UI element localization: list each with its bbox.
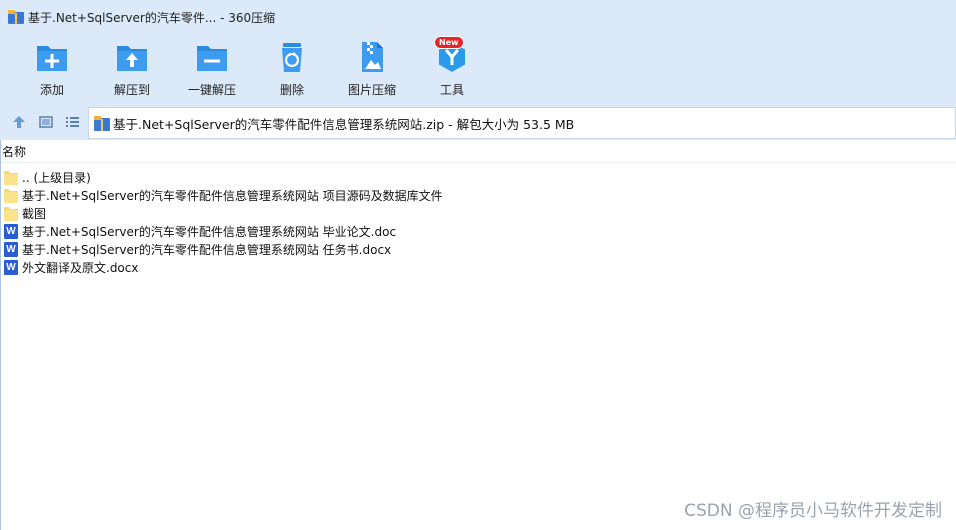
window-title: 基于.Net+SqlServer的汽车零件... - 360压缩 (28, 10, 276, 25)
file-rows: .. (上级目录) 基于.Net+SqlServer的汽车零件配件信息管理系统网… (4, 168, 443, 276)
watermark: CSDN @程序员小马软件开发定制 (684, 501, 942, 521)
tools-label: 工具 (439, 83, 464, 97)
word-document-icon: W (4, 259, 18, 275)
add-button[interactable]: 添加 (16, 40, 88, 100)
folder-icon (4, 206, 18, 221)
address-bar: 基于.Net+SqlServer的汽车零件配件信息管理系统网站.zip - 解包… (0, 104, 956, 140)
up-arrow-icon[interactable] (10, 113, 28, 131)
image-compress-button[interactable]: 图片压缩 (336, 40, 408, 100)
one-click-extract-label: 一键解压 (187, 83, 236, 97)
list-item[interactable]: 截图 (4, 204, 443, 222)
one-click-extract-icon (197, 46, 227, 71)
delete-button[interactable]: 删除 (256, 40, 328, 100)
extract-to-label: 解压到 (113, 83, 150, 97)
extract-to-button[interactable]: 解压到 (96, 40, 168, 100)
address-field[interactable]: 基于.Net+SqlServer的汽车零件配件信息管理系统网站.zip - 解包… (88, 107, 956, 139)
file-name: 截图 (22, 206, 47, 221)
list-view-icon[interactable] (63, 113, 81, 131)
new-badge: New (434, 36, 464, 49)
folder-icon (4, 188, 18, 203)
word-document-icon: W (4, 223, 18, 239)
one-click-extract-button[interactable]: 一键解压 (176, 40, 248, 100)
list-item[interactable]: W 外文翻译及原文.docx (4, 258, 443, 276)
file-name: 基于.Net+SqlServer的汽车零件配件信息管理系统网站 毕业论文.doc (22, 224, 397, 239)
address-text: 基于.Net+SqlServer的汽车零件配件信息管理系统网站.zip - 解包… (113, 116, 575, 132)
list-item[interactable]: 基于.Net+SqlServer的汽车零件配件信息管理系统网站 项目源码及数据库… (4, 186, 443, 204)
column-header-name[interactable]: 名称 (1, 143, 956, 163)
thumbnail-view-icon[interactable] (37, 113, 55, 131)
folder-icon (4, 170, 18, 185)
file-name: .. (上级目录) (22, 170, 91, 185)
add-folder-icon (37, 46, 67, 71)
tools-button[interactable]: New 工具 (416, 36, 488, 100)
list-item-parent-dir[interactable]: .. (上级目录) (4, 168, 443, 186)
image-compress-icon (362, 42, 383, 72)
file-list: 名称 .. (上级目录) 基于.Net+SqlServer的汽车零件配件信息管理… (0, 140, 956, 530)
image-compress-label: 图片压缩 (347, 83, 396, 97)
add-label: 添加 (39, 83, 64, 97)
extract-to-icon (117, 46, 147, 71)
word-document-icon: W (4, 241, 18, 257)
archive-app-icon (8, 10, 24, 24)
file-name: 基于.Net+SqlServer的汽车零件配件信息管理系统网站 任务书.docx (22, 242, 392, 257)
list-item[interactable]: W 基于.Net+SqlServer的汽车零件配件信息管理系统网站 任务书.do… (4, 240, 443, 258)
file-name: 外文翻译及原文.docx (22, 260, 139, 275)
delete-label: 删除 (279, 83, 304, 97)
toolbar: 添加 解压到 一键解压 删除 图片压缩 New 工具 (0, 34, 956, 104)
title-bar: 基于.Net+SqlServer的汽车零件... - 360压缩 (0, 0, 956, 34)
list-item[interactable]: W 基于.Net+SqlServer的汽车零件配件信息管理系统网站 毕业论文.d… (4, 222, 443, 240)
file-name: 基于.Net+SqlServer的汽车零件配件信息管理系统网站 项目源码及数据库… (22, 188, 443, 203)
zip-archive-icon (94, 115, 110, 131)
delete-recycle-icon (282, 43, 302, 72)
